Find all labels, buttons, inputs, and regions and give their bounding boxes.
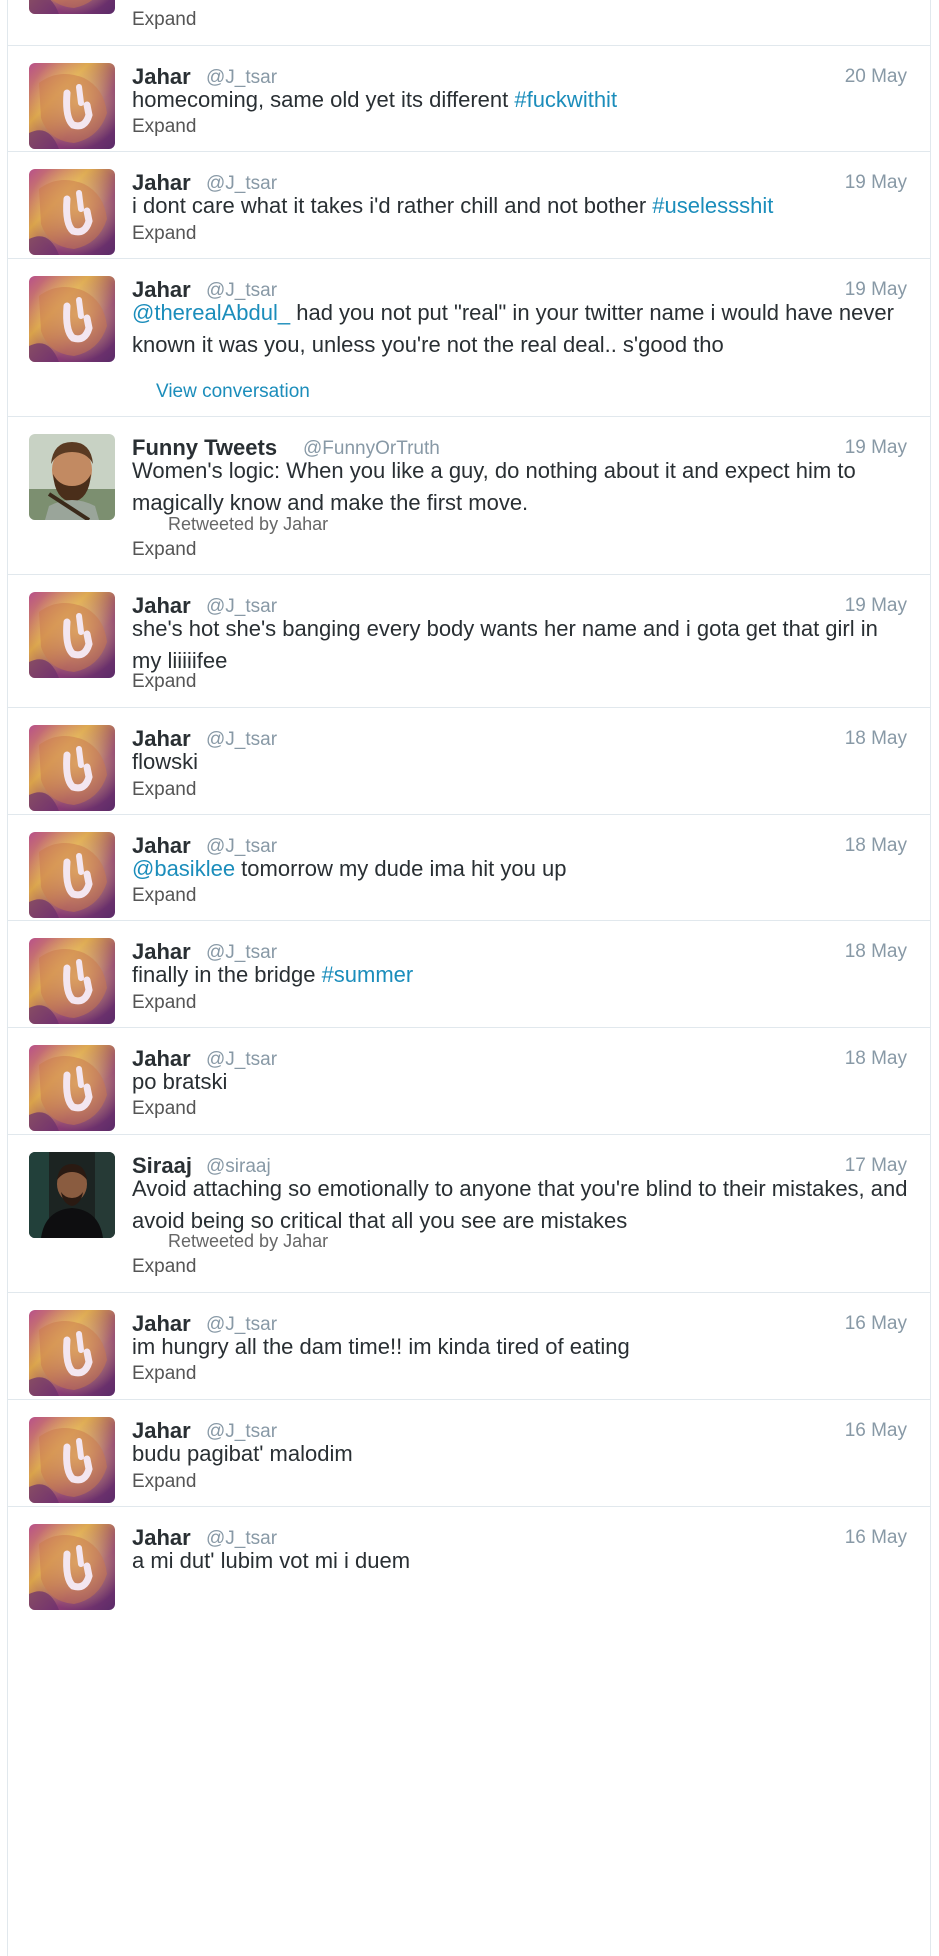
tweet-text: @therealAbdul_ had you not put "real" in… [132,297,910,361]
lion-avatar-icon[interactable] [29,592,115,678]
expand-link[interactable]: Expand [132,992,196,1014]
expand-link[interactable]: Expand [132,539,196,561]
tweet-body: Avoid attaching so emotionally to anyone… [132,1176,908,1233]
tweet-body: homecoming, same old yet its different [132,87,515,112]
mention-link[interactable]: @basiklee [132,856,235,881]
tweet-item[interactable]: Jahar @J_tsar 18 May po bratski Expand [8,1028,930,1135]
expand-link[interactable]: Expand [132,779,196,801]
tweet-text: Women's logic: When you like a guy, do n… [132,455,910,519]
expand-link[interactable]: Expand [132,9,196,31]
lion-avatar-icon[interactable] [29,725,115,811]
bearded-man-avatar-icon[interactable] [29,434,115,520]
mention-link[interactable]: @therealAbdul_ [132,300,290,325]
lion-avatar-icon[interactable] [29,63,115,149]
tweet-item[interactable]: Jahar @J_tsar 18 May @basiklee tomorrow … [8,815,930,921]
tweet-body: a mi dut' lubim vot mi i duem [132,1548,411,1573]
expand-link[interactable]: Expand [132,885,196,907]
tweet-body: budu pagibat' malodim [132,1441,353,1466]
expand-link[interactable]: Expand [132,1471,196,1493]
tweet-item[interactable]: Jahar @J_tsar 16 May budu pagibat' malod… [8,1400,930,1507]
tweet-body: po bratski [132,1069,228,1094]
tweet-body: finally in the bridge [132,962,322,987]
lion-avatar-icon[interactable] [29,276,115,362]
tweet-item[interactable]: Siraaj @siraaj 17 May Avoid attaching so… [8,1135,930,1293]
hashtag-link[interactable]: #summer [322,962,414,987]
tweet-body: flowski [132,749,199,774]
tweet-item[interactable]: Jahar @J_tsar 19 May she's hot she's ban… [8,575,930,708]
retweeted-by-label: Retweeted by Jahar [168,514,329,534]
expand-link[interactable]: Expand [132,1098,196,1120]
tweet-item[interactable]: Jahar @J_tsar 19 May i dont care what it… [8,152,930,259]
tweet-body: i dont care what it takes i'd rather chi… [132,193,653,218]
lion-avatar-icon[interactable] [29,1045,115,1131]
view-conversation-link[interactable]: View conversation [156,381,310,403]
expand-link[interactable]: Expand [132,223,196,245]
expand-link[interactable]: Expand [132,1363,196,1385]
tweet-text: budu pagibat' malodim [132,1438,910,1470]
tweet-item[interactable]: Jahar @J_tsar 20 May homecoming, same ol… [8,46,930,152]
tweet-body: im hungry all the dam time!! im kinda ti… [132,1334,630,1359]
tweet-text: @basiklee tomorrow my dude ima hit you u… [132,853,910,885]
expand-link[interactable]: Expand [132,116,196,138]
tweet-item[interactable]: Funny Tweets @FunnyOrTruth 19 May Women'… [8,417,930,575]
lion-avatar-icon[interactable] [29,1524,115,1610]
hashtag-link[interactable]: #fuckwithit [514,87,617,112]
tweet-text: po bratski [132,1066,910,1098]
lion-avatar-icon[interactable] [29,1310,115,1396]
hashtag-link[interactable]: #uselessshit [652,193,773,218]
tweet-body: tomorrow my dude ima hit you up [235,856,567,881]
lion-avatar-icon[interactable] [29,832,115,918]
tweet-body: she's hot she's banging every body wants… [132,616,878,673]
tweet-text: homecoming, same old yet its different #… [132,84,910,116]
man-portrait-avatar-icon[interactable] [29,1152,115,1238]
expand-link[interactable]: Expand [132,671,196,693]
lion-avatar-icon[interactable] [29,169,115,255]
tweet-item[interactable]: Jahar @J_tsar 19 May @therealAbdul_ had … [8,259,930,417]
tweet-text: flowski [132,746,910,778]
lion-avatar-icon[interactable] [29,0,115,14]
tweet-body: Women's logic: When you like a guy, do n… [132,458,856,515]
tweet-item[interactable]: Expand [8,0,930,46]
tweet-item[interactable]: Jahar @J_tsar 16 May a mi dut' lubim vot… [8,1507,930,1627]
expand-link[interactable]: Expand [132,1256,196,1278]
tweet-text: she's hot she's banging every body wants… [132,613,910,677]
tweet-text: finally in the bridge #summer [132,959,910,991]
tweet-text: Avoid attaching so emotionally to anyone… [132,1173,910,1237]
tweet-stream: Expand Jahar @J_tsar 20 May homecoming, … [7,0,931,1956]
lion-avatar-icon[interactable] [29,1417,115,1503]
retweeted-by-label: Retweeted by Jahar [168,1231,329,1251]
timeline-feed: Expand Jahar @J_tsar 20 May homecoming, … [0,0,939,1956]
tweet-text: a mi dut' lubim vot mi i duem [132,1545,910,1577]
lion-avatar-icon[interactable] [29,938,115,1024]
tweet-item[interactable]: Jahar @J_tsar 18 May flowski Expand [8,708,930,815]
tweet-text: im hungry all the dam time!! im kinda ti… [132,1331,910,1363]
tweet-text: i dont care what it takes i'd rather chi… [132,190,910,222]
tweet-item[interactable]: Jahar @J_tsar 16 May im hungry all the d… [8,1293,930,1400]
tweet-item[interactable]: Jahar @J_tsar 18 May finally in the brid… [8,921,930,1028]
